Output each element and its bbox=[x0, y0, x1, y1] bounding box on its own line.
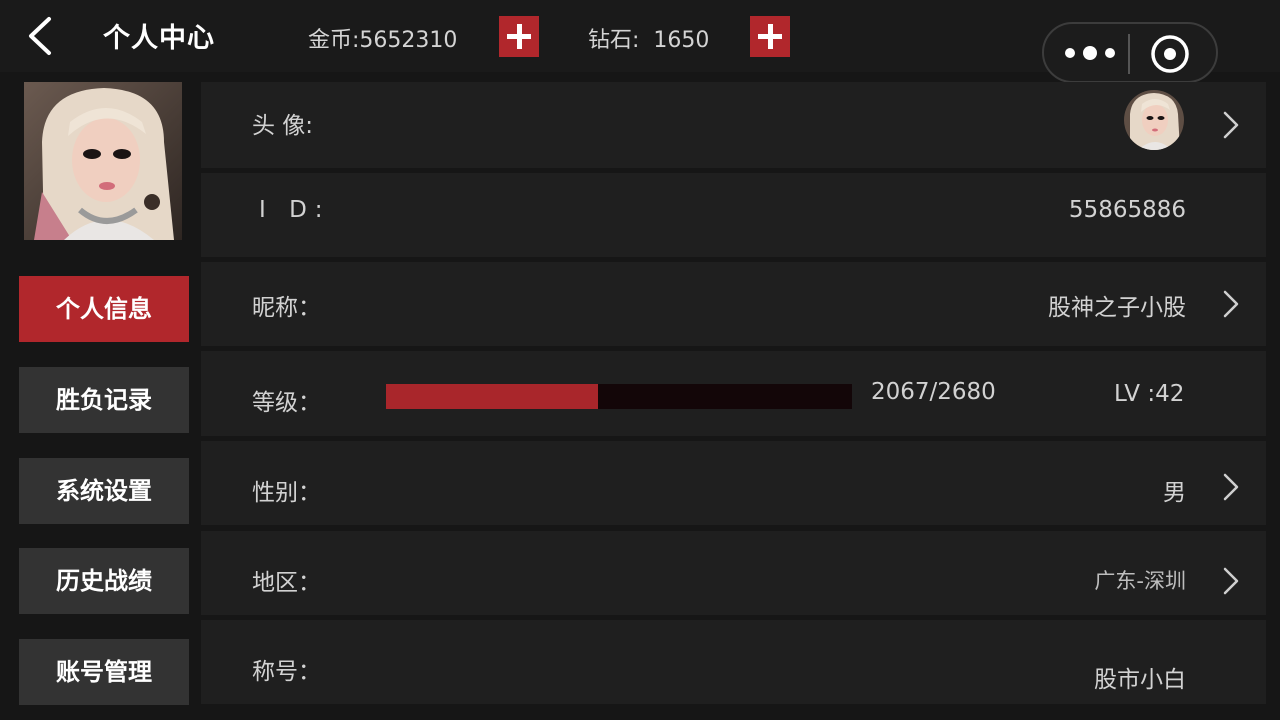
nav-account-management[interactable]: 账号管理 bbox=[19, 639, 189, 705]
profile-photo bbox=[24, 82, 182, 240]
more-icon[interactable] bbox=[1062, 40, 1118, 66]
gender-label: 性别： bbox=[252, 480, 321, 506]
nickname-label: 昵称： bbox=[252, 295, 321, 321]
chevron-right-icon bbox=[1223, 290, 1239, 318]
add-gold-button[interactable] bbox=[499, 16, 539, 57]
chevron-right-icon bbox=[1223, 473, 1239, 501]
mini-program-capsule bbox=[1042, 22, 1218, 83]
id-row: I D: 55865886 bbox=[201, 173, 1266, 257]
nickname-row[interactable]: 昵称： 股神之子小股 bbox=[201, 262, 1266, 346]
gold-label: 金币: bbox=[308, 28, 360, 53]
level-label: 等级： bbox=[252, 390, 321, 416]
gender-value: 男 bbox=[1163, 480, 1186, 506]
nickname-value: 股神之子小股 bbox=[1048, 295, 1186, 321]
top-bar: 个人中心 金币:5652310 钻石: 1650 bbox=[0, 0, 1280, 83]
nav-win-loss-record[interactable]: 胜负记录 bbox=[19, 367, 189, 433]
title-row: 称号： 股市小白 bbox=[201, 620, 1266, 704]
title-label: 称号： bbox=[252, 659, 321, 685]
region-label: 地区： bbox=[252, 570, 321, 596]
level-progress-fill bbox=[386, 384, 598, 409]
chevron-right-icon bbox=[1223, 567, 1239, 595]
chevron-right-icon bbox=[1223, 111, 1239, 139]
avatar-row[interactable]: 头 像: bbox=[201, 82, 1266, 168]
region-value: 广东-深圳 bbox=[1094, 569, 1186, 593]
close-target-icon[interactable] bbox=[1150, 34, 1190, 74]
capsule-divider bbox=[1128, 34, 1130, 74]
title-value: 股市小白 bbox=[1094, 667, 1186, 693]
id-value: 55865886 bbox=[1068, 197, 1186, 223]
page-title: 个人中心 bbox=[103, 23, 215, 54]
level-value: LV :42 bbox=[1114, 381, 1185, 407]
id-label: I D: bbox=[259, 197, 331, 223]
add-diamond-button[interactable] bbox=[750, 16, 790, 57]
gender-row[interactable]: 性别： 男 bbox=[201, 441, 1266, 525]
diamond-label: 钻石: bbox=[588, 28, 640, 53]
diamond-display: 钻石: 1650 bbox=[588, 22, 709, 54]
nav-personal-info[interactable]: 个人信息 bbox=[19, 276, 189, 342]
gold-display: 金币:5652310 bbox=[308, 22, 457, 54]
avatar bbox=[1124, 90, 1184, 150]
avatar-label: 头 像: bbox=[252, 113, 314, 139]
back-arrow-icon[interactable] bbox=[22, 14, 62, 58]
level-row: 等级： 2067/2680 LV :42 bbox=[201, 351, 1266, 436]
nav-system-settings[interactable]: 系统设置 bbox=[19, 458, 189, 524]
level-progress-text: 2067/2680 bbox=[871, 379, 996, 405]
gold-value: 5652310 bbox=[359, 28, 458, 53]
level-progress-bar bbox=[386, 384, 852, 409]
diamond-value: 1650 bbox=[653, 28, 710, 53]
region-row[interactable]: 地区： 广东-深圳 bbox=[201, 531, 1266, 615]
nav-history-record[interactable]: 历史战绩 bbox=[19, 548, 189, 614]
